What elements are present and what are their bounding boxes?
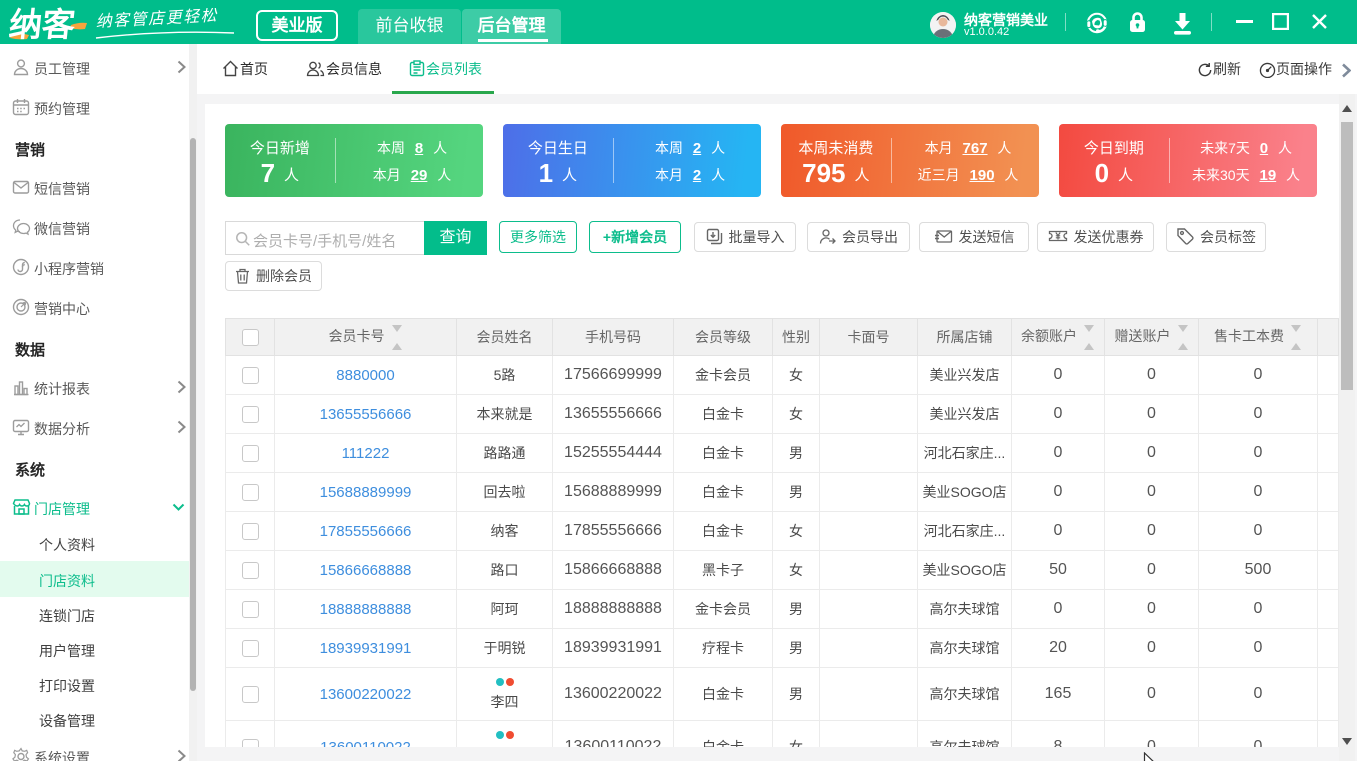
svg-text:纳客: 纳客 — [8, 7, 78, 43]
svg-text:纳客管店更轻松: 纳客管店更轻松 — [95, 8, 219, 31]
